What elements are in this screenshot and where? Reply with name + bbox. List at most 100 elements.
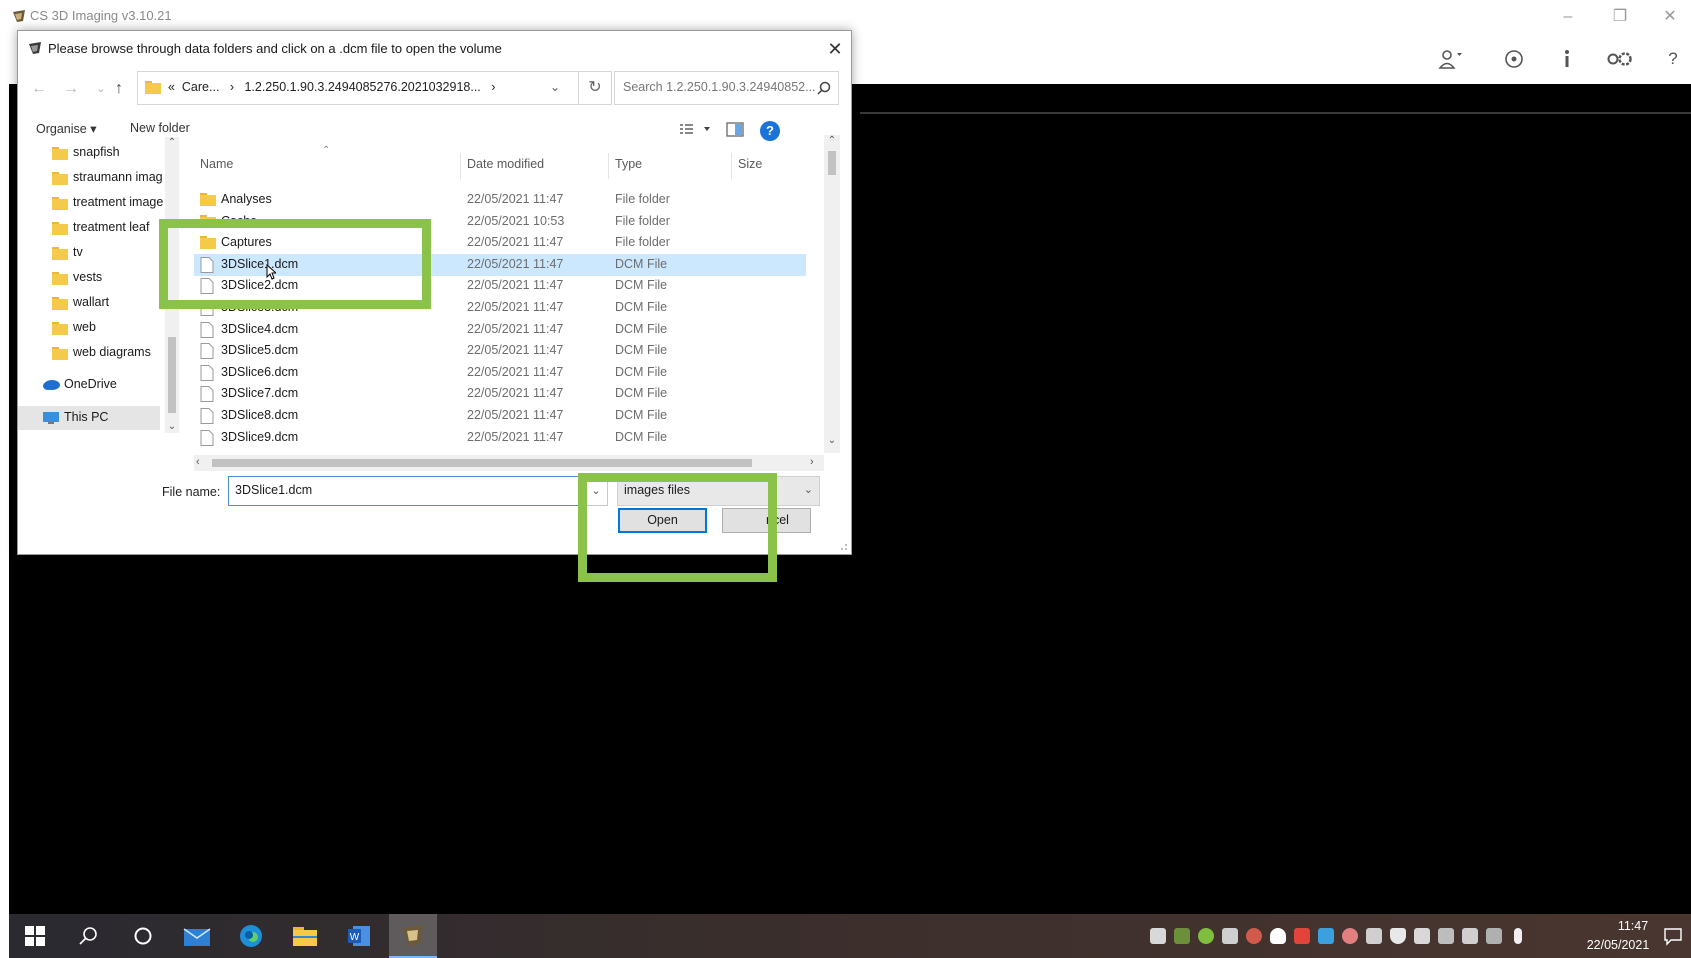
file-row[interactable]: 3DSlice5.dcm 22/05/2021 11:47 DCM File — [194, 340, 806, 362]
column-divider[interactable] — [608, 153, 609, 179]
cs-imaging-app-icon[interactable] — [389, 914, 437, 958]
word-icon[interactable]: W — [335, 914, 383, 958]
search-placeholder: Search 1.2.250.1.90.3.24940852... — [623, 80, 816, 94]
notifications-icon[interactable] — [1663, 926, 1683, 946]
windows-start-icon[interactable] — [11, 914, 59, 958]
back-button[interactable]: ← — [28, 78, 50, 100]
nav-item[interactable]: treatment image — [18, 191, 173, 215]
tray-icon-clipboard[interactable] — [1150, 928, 1166, 944]
tray-icon-devices[interactable] — [1222, 928, 1238, 944]
tray-icon-display[interactable] — [1486, 928, 1502, 944]
address-bar[interactable]: « Care... › 1.2.250.1.90.3.2494085276.20… — [137, 71, 612, 105]
nav-item[interactable]: vests — [18, 266, 173, 290]
breadcrumb-care[interactable]: Care... — [182, 80, 220, 94]
file-row[interactable]: 3DSlice8.dcm 22/05/2021 11:47 DCM File — [194, 405, 806, 427]
file-row[interactable]: 3DSlice7.dcm 22/05/2021 11:47 DCM File — [194, 383, 806, 405]
preview-pane-icon — [726, 122, 744, 137]
file-date-modified: 22/05/2021 11:47 — [467, 386, 564, 401]
file-list-scrollbar-thumb[interactable] — [828, 151, 836, 175]
search-input[interactable]: Search 1.2.250.1.90.3.24940852... — [614, 71, 839, 105]
folder-row[interactable]: Analyses 22/05/2021 11:47 File folder — [194, 189, 806, 211]
nav-item[interactable]: treatment leaf — [18, 216, 173, 240]
column-date-modified[interactable]: Date modified — [467, 157, 544, 171]
refresh-button[interactable]: ↻ — [578, 71, 612, 105]
scroll-up-arrow[interactable]: ⌃ — [824, 135, 840, 146]
mail-icon[interactable] — [173, 914, 221, 958]
file-row[interactable]: 3DSlice6.dcm 22/05/2021 11:47 DCM File — [194, 362, 806, 384]
tray-icon-nvidia[interactable] — [1174, 928, 1190, 944]
info-icon[interactable] — [1554, 46, 1580, 72]
file-name-input[interactable]: 3DSlice1.dcm — [228, 476, 582, 506]
help-button[interactable]: ? — [760, 121, 780, 141]
minimize-button[interactable]: – — [1556, 6, 1580, 28]
view-list-icon — [680, 124, 710, 134]
nav-item[interactable]: This PC — [18, 406, 160, 430]
forward-button[interactable]: → — [60, 78, 82, 100]
volume-icon[interactable] — [1462, 928, 1478, 944]
file-type: DCM File — [615, 256, 668, 271]
app-close-button[interactable]: ✕ — [1658, 6, 1682, 28]
file-type: DCM File — [615, 343, 668, 358]
address-dropdown-icon[interactable]: ⌄ — [550, 80, 560, 94]
file-date-modified: 22/05/2021 11:47 — [467, 343, 564, 358]
nav-item[interactable]: web — [18, 316, 173, 340]
clock-date[interactable]: 22/05/2021 — [1583, 938, 1653, 952]
tray-icon-office[interactable] — [1246, 928, 1262, 944]
help-icon[interactable]: ? — [1660, 46, 1686, 72]
edge-icon[interactable] — [227, 914, 275, 958]
file-list-scrollbar[interactable]: ⌃ ⌄ — [824, 135, 840, 453]
organise-menu[interactable]: Organise ▾ — [36, 121, 96, 136]
nav-item[interactable]: web diagrams — [18, 341, 173, 365]
microphone-icon[interactable] — [1514, 928, 1522, 944]
column-divider[interactable] — [460, 153, 461, 179]
file-list-hscrollbar[interactable]: ‹ › — [194, 455, 824, 471]
tray-icon-bluetooth[interactable] — [1318, 928, 1334, 944]
settings-icon[interactable] — [1606, 46, 1632, 72]
scroll-up-arrow[interactable]: ⌃ — [165, 137, 179, 148]
view-options-button[interactable] — [678, 119, 718, 139]
file-type: DCM File — [615, 278, 668, 293]
nav-item[interactable]: wallart — [18, 291, 173, 315]
hscrollbar-thumb[interactable] — [212, 459, 752, 467]
tray-icon-cloud[interactable] — [1270, 928, 1286, 944]
tray-icon-onedrive-sync[interactable] — [1342, 928, 1358, 944]
breadcrumb-study-folder[interactable]: 1.2.250.1.90.3.2494085276.2021032918... — [244, 80, 480, 94]
nav-item[interactable]: straumann imag — [18, 166, 173, 190]
restore-button[interactable]: ❐ — [1608, 6, 1632, 28]
new-folder-button[interactable]: New folder — [130, 121, 190, 135]
file-row[interactable]: 3DSlice9.dcm 22/05/2021 11:47 DCM File — [194, 427, 806, 447]
column-size[interactable]: Size — [738, 157, 762, 171]
resize-grip-icon[interactable] — [838, 541, 848, 551]
file-explorer-icon[interactable] — [281, 914, 329, 958]
file-date-modified: 22/05/2021 11:47 — [467, 408, 564, 422]
nav-item-label: treatment image — [73, 195, 164, 209]
scroll-left-arrow[interactable]: ‹ — [196, 456, 200, 468]
breadcrumb-separator: › — [229, 80, 235, 94]
up-button[interactable]: ↑ — [108, 78, 130, 100]
search-icon[interactable] — [65, 914, 113, 958]
column-name[interactable]: Name — [200, 157, 233, 171]
cortana-icon[interactable] — [119, 914, 167, 958]
target-icon[interactable] — [1501, 46, 1527, 72]
nav-item[interactable]: OneDrive — [18, 373, 173, 397]
battery-icon[interactable] — [1414, 928, 1430, 944]
tray-icon-recorder[interactable] — [1294, 928, 1310, 944]
scroll-down-arrow[interactable]: ⌄ — [824, 435, 840, 446]
scroll-right-arrow[interactable]: › — [810, 456, 814, 468]
file-row[interactable]: 3DSlice4.dcm 22/05/2021 11:47 DCM File — [194, 319, 806, 341]
clock-time[interactable]: 11:47 — [1598, 919, 1668, 933]
tray-icon-projector[interactable] — [1366, 928, 1382, 944]
dialog-close-button[interactable]: ✕ — [824, 38, 846, 60]
preview-pane-button[interactable] — [724, 119, 746, 139]
nav-item[interactable]: tv — [18, 241, 173, 265]
column-type[interactable]: Type — [615, 157, 642, 171]
file-type: DCM File — [615, 300, 668, 314]
tray-icon-security[interactable] — [1390, 928, 1406, 944]
nav-item[interactable]: snapfish — [18, 141, 173, 165]
tray-icon-chat[interactable] — [1198, 928, 1214, 944]
file-icon — [200, 429, 216, 446]
file-icon — [200, 321, 216, 338]
user-dropdown-icon[interactable] — [1437, 46, 1463, 72]
column-divider[interactable] — [731, 153, 732, 179]
wifi-icon[interactable] — [1438, 928, 1454, 944]
